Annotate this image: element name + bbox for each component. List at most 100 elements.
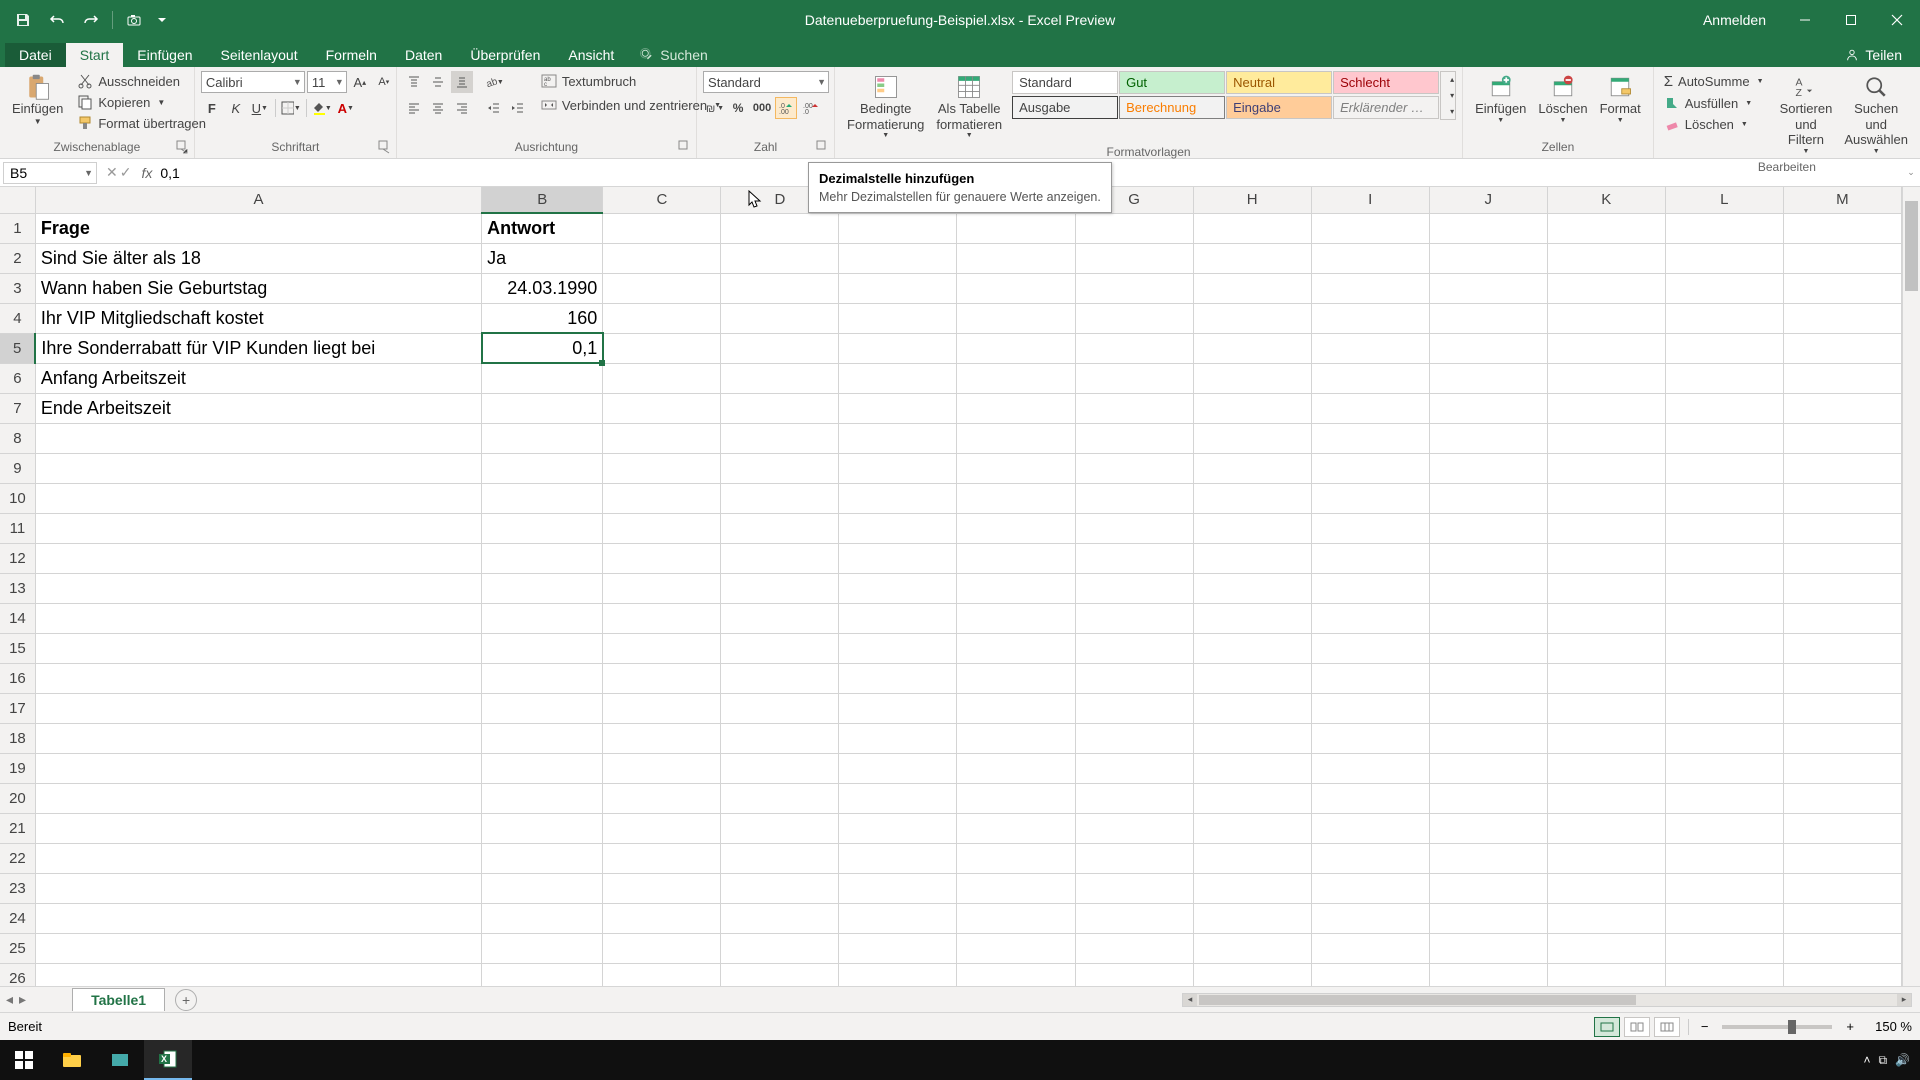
cell-J22[interactable] (1429, 843, 1547, 873)
cell-B3[interactable]: 24.03.1990 (482, 273, 603, 303)
clear-button[interactable]: Löschen▼ (1660, 114, 1768, 134)
tab-insert[interactable]: Einfügen (123, 43, 206, 67)
cell-A18[interactable] (35, 723, 481, 753)
number-dialog-launcher[interactable] (816, 140, 830, 154)
cell-B21[interactable] (482, 813, 603, 843)
row-header-25[interactable]: 25 (0, 933, 35, 963)
cell-M8[interactable] (1783, 423, 1901, 453)
cell-G18[interactable] (1075, 723, 1193, 753)
cell-styles-gallery[interactable]: Standard Gut Neutral Schlecht Ausgabe Be… (1012, 71, 1439, 120)
cell-A6[interactable]: Anfang Arbeitszeit (35, 363, 481, 393)
cell-C24[interactable] (603, 903, 721, 933)
cell-L7[interactable] (1665, 393, 1783, 423)
cell-B17[interactable] (482, 693, 603, 723)
cell-D5[interactable] (721, 333, 839, 363)
cell-A23[interactable] (35, 873, 481, 903)
cell-I4[interactable] (1311, 303, 1429, 333)
cell-L1[interactable] (1665, 213, 1783, 243)
cell-G9[interactable] (1075, 453, 1193, 483)
cell-I19[interactable] (1311, 753, 1429, 783)
cell-E22[interactable] (839, 843, 957, 873)
cell-G2[interactable] (1075, 243, 1193, 273)
align-middle-button[interactable] (427, 71, 449, 93)
col-header-B[interactable]: B (482, 187, 603, 213)
select-all-corner[interactable] (0, 187, 35, 213)
cell-C18[interactable] (603, 723, 721, 753)
cell-G13[interactable] (1075, 573, 1193, 603)
cell-K11[interactable] (1547, 513, 1665, 543)
tab-view[interactable]: Ansicht (554, 43, 628, 67)
cell-J25[interactable] (1429, 933, 1547, 963)
style-neutral[interactable]: Neutral (1226, 71, 1332, 94)
cell-F11[interactable] (957, 513, 1075, 543)
cell-A3[interactable]: Wann haben Sie Geburtstag (35, 273, 481, 303)
cell-B26[interactable] (482, 963, 603, 986)
cell-J19[interactable] (1429, 753, 1547, 783)
cell-I9[interactable] (1311, 453, 1429, 483)
horizontal-scrollbar[interactable]: ◂ ▸ (1182, 993, 1912, 1007)
col-header-J[interactable]: J (1429, 187, 1547, 213)
cell-M22[interactable] (1783, 843, 1901, 873)
cell-M3[interactable] (1783, 273, 1901, 303)
cell-I23[interactable] (1311, 873, 1429, 903)
cell-E14[interactable] (839, 603, 957, 633)
row-header-4[interactable]: 4 (0, 303, 35, 333)
cell-E11[interactable] (839, 513, 957, 543)
cell-J6[interactable] (1429, 363, 1547, 393)
cell-M24[interactable] (1783, 903, 1901, 933)
style-input[interactable]: Eingabe (1226, 96, 1332, 119)
cell-J24[interactable] (1429, 903, 1547, 933)
increase-decimal-button[interactable]: .0.00 (775, 97, 797, 119)
cell-J4[interactable] (1429, 303, 1547, 333)
cell-D11[interactable] (721, 513, 839, 543)
copy-button[interactable]: Kopieren▼ (73, 92, 210, 112)
tray-network-icon[interactable]: ⧉ (1878, 1053, 1887, 1068)
cell-K26[interactable] (1547, 963, 1665, 986)
cell-F14[interactable] (957, 603, 1075, 633)
cell-A22[interactable] (35, 843, 481, 873)
cell-I1[interactable] (1311, 213, 1429, 243)
cell-M11[interactable] (1783, 513, 1901, 543)
cell-I7[interactable] (1311, 393, 1429, 423)
cell-G1[interactable] (1075, 213, 1193, 243)
style-output[interactable]: Ausgabe (1012, 96, 1118, 119)
cell-A9[interactable] (35, 453, 481, 483)
cell-A15[interactable] (35, 633, 481, 663)
cell-M21[interactable] (1783, 813, 1901, 843)
increase-indent-button[interactable] (507, 97, 529, 119)
align-center-button[interactable] (427, 97, 449, 119)
cell-C10[interactable] (603, 483, 721, 513)
cell-I2[interactable] (1311, 243, 1429, 273)
cell-D18[interactable] (721, 723, 839, 753)
cell-M5[interactable] (1783, 333, 1901, 363)
zoom-out-button[interactable]: − (1697, 1019, 1713, 1034)
row-header-23[interactable]: 23 (0, 873, 35, 903)
alignment-dialog-launcher[interactable] (678, 140, 692, 154)
style-explanatory[interactable]: Erklärender … (1333, 96, 1439, 119)
cell-G8[interactable] (1075, 423, 1193, 453)
cell-L23[interactable] (1665, 873, 1783, 903)
row-header-16[interactable]: 16 (0, 663, 35, 693)
cell-J16[interactable] (1429, 663, 1547, 693)
cell-F12[interactable] (957, 543, 1075, 573)
styles-more-button[interactable]: ▾ (1441, 104, 1463, 119)
cell-L21[interactable] (1665, 813, 1783, 843)
cell-I10[interactable] (1311, 483, 1429, 513)
row-header-3[interactable]: 3 (0, 273, 35, 303)
col-header-K[interactable]: K (1547, 187, 1665, 213)
cell-E23[interactable] (839, 873, 957, 903)
cell-F19[interactable] (957, 753, 1075, 783)
cell-H13[interactable] (1193, 573, 1311, 603)
cell-H1[interactable] (1193, 213, 1311, 243)
cell-D9[interactable] (721, 453, 839, 483)
cell-J26[interactable] (1429, 963, 1547, 986)
font-dialog-launcher[interactable] (378, 140, 392, 154)
cell-F18[interactable] (957, 723, 1075, 753)
row-header-10[interactable]: 10 (0, 483, 35, 513)
cell-L26[interactable] (1665, 963, 1783, 986)
tell-me-search[interactable]: Suchen (628, 43, 719, 67)
cell-A24[interactable] (35, 903, 481, 933)
cell-H6[interactable] (1193, 363, 1311, 393)
conditional-formatting-button[interactable]: Bedingte Formatierung▼ (841, 71, 930, 143)
cell-C19[interactable] (603, 753, 721, 783)
